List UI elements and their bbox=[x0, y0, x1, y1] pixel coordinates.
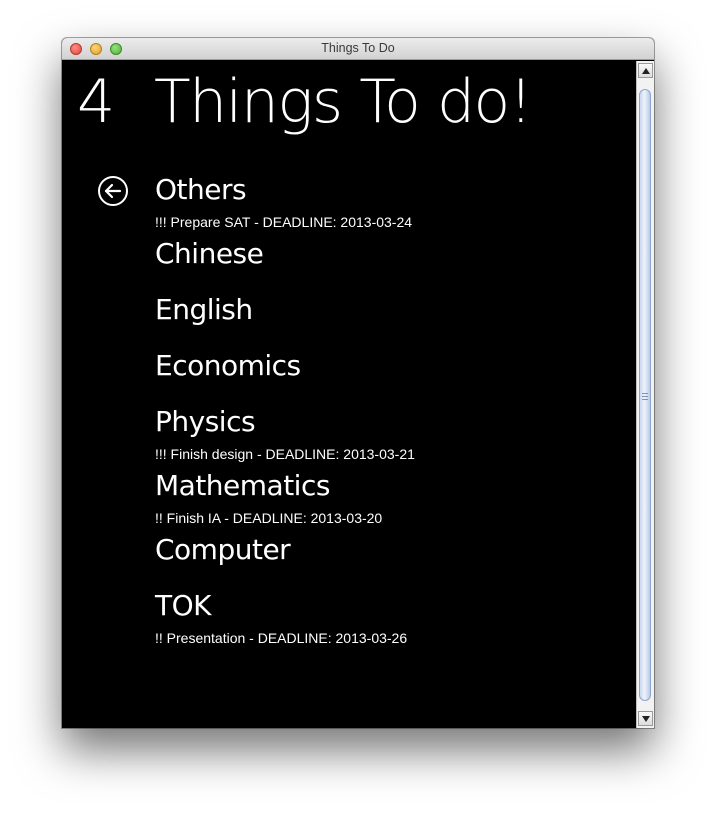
window-title: Things To Do bbox=[321, 41, 395, 55]
title-bar[interactable]: Things To Do bbox=[62, 38, 654, 60]
category-others[interactable]: Others bbox=[155, 171, 625, 209]
arrow-down-icon bbox=[642, 716, 650, 722]
task-item[interactable]: !!! Prepare SAT - DEADLINE: 2013-03-24 bbox=[155, 213, 625, 231]
category-mathematics[interactable]: Mathematics bbox=[155, 467, 625, 505]
page-title: Things To do! bbox=[154, 67, 533, 137]
category-group: Economics bbox=[155, 347, 625, 385]
scroll-grip bbox=[642, 399, 648, 400]
category-group: TOK !! Presentation - DEADLINE: 2013-03-… bbox=[155, 587, 625, 647]
scroll-up-button[interactable] bbox=[638, 63, 653, 78]
scroll-grip bbox=[642, 396, 648, 397]
arrow-up-icon bbox=[642, 68, 650, 74]
category-economics[interactable]: Economics bbox=[155, 347, 625, 385]
scroll-thumb[interactable] bbox=[639, 89, 651, 701]
back-button[interactable] bbox=[97, 175, 129, 207]
vertical-scrollbar[interactable] bbox=[636, 61, 654, 728]
app-window: Things To Do 4 Things To do! Others !!! … bbox=[62, 38, 654, 728]
scroll-down-button[interactable] bbox=[638, 711, 653, 726]
task-item[interactable]: !!! Finish design - DEADLINE: 2013-03-21 bbox=[155, 445, 625, 463]
main-content: 4 Things To do! Others !!! Prepare SAT -… bbox=[62, 61, 636, 728]
task-count: 4 bbox=[77, 67, 115, 137]
category-group: Computer bbox=[155, 531, 625, 569]
back-arrow-circle-icon bbox=[98, 176, 128, 206]
category-english[interactable]: English bbox=[155, 291, 625, 329]
category-group: Others !!! Prepare SAT - DEADLINE: 2013-… bbox=[155, 171, 625, 231]
task-item[interactable]: !! Presentation - DEADLINE: 2013-03-26 bbox=[155, 629, 625, 647]
category-group: Mathematics !! Finish IA - DEADLINE: 201… bbox=[155, 467, 625, 527]
category-computer[interactable]: Computer bbox=[155, 531, 625, 569]
category-list: Others !!! Prepare SAT - DEADLINE: 2013-… bbox=[155, 171, 625, 651]
category-tok[interactable]: TOK bbox=[155, 587, 625, 625]
category-group: Chinese bbox=[155, 235, 625, 273]
category-physics[interactable]: Physics bbox=[155, 403, 625, 441]
scroll-grip bbox=[642, 393, 648, 394]
category-group: English bbox=[155, 291, 625, 329]
category-group: Physics !!! Finish design - DEADLINE: 20… bbox=[155, 403, 625, 463]
task-item[interactable]: !! Finish IA - DEADLINE: 2013-03-20 bbox=[155, 509, 625, 527]
category-chinese[interactable]: Chinese bbox=[155, 235, 625, 273]
